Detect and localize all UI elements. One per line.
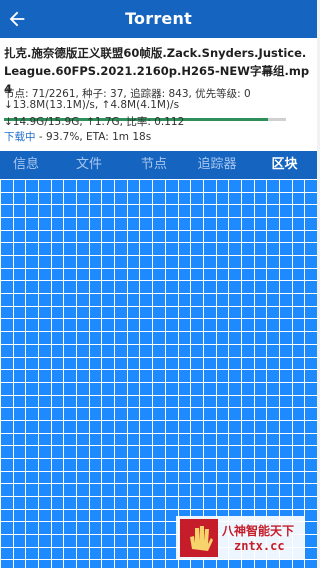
watermark-url: zntx.cc (234, 539, 285, 553)
tab-0[interactable]: 信息 (0, 151, 52, 179)
hand-logo-icon (180, 519, 218, 557)
pieces-grid (0, 179, 317, 568)
speed-stat-text: ↓13.8M(13.1M)/s, ↑4.8M(4.1M)/s (4, 99, 180, 111)
page-title: Torrent (125, 9, 192, 28)
status-line: 下载中 - 93.7%, ETA: 1m 18s (4, 129, 151, 144)
tab-3[interactable]: 追踪器 (182, 151, 252, 179)
watermark: 八神智能天下 zntx.cc (176, 516, 305, 560)
app-bar: Torrent (0, 0, 317, 38)
tab-1[interactable]: 文件 (52, 151, 126, 179)
watermark-text: 八神智能天下 (222, 524, 295, 538)
tab-4[interactable]: 区块 (252, 151, 317, 179)
tab-bar: 信息 文件 节点 追踪器 区块 (0, 151, 317, 179)
status-link[interactable]: 下载中 (4, 131, 36, 143)
speed-stat: ↓13.8M(13.1M)/s, ↑4.8M(4.1M)/s (4, 99, 179, 111)
status-detail: - 93.7%, ETA: 1m 18s (35, 131, 152, 143)
size-stat: ↓14.9G/15.9G, ↑1.7G, 比率: 0.112 (4, 116, 185, 128)
tab-2[interactable]: 节点 (126, 151, 182, 179)
